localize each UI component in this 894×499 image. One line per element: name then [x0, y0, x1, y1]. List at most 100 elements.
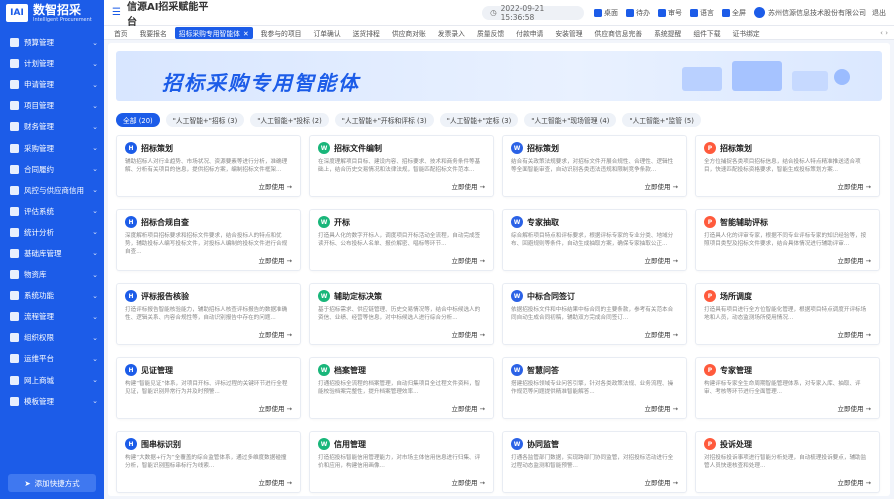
use-now-link[interactable]: 立即使用 →	[258, 255, 292, 265]
tab-item[interactable]: 证书绑定	[729, 27, 764, 39]
header-action[interactable]: 待办	[626, 8, 650, 18]
agent-card[interactable]: H 评标报告核验 打造评标报告智能核验能力，辅助招标人核查评标报告的数据准确性、…	[116, 283, 301, 345]
agent-card[interactable]: P 智能辅助评标 打造具人化的评审专家，根据不同专业评标专家的知识经验等，按照项…	[695, 209, 880, 271]
tab-item[interactable]: 付款申请	[512, 27, 547, 39]
budget-icon	[10, 38, 19, 48]
add-shortcut-button[interactable]: ➤ 添加快捷方式	[8, 474, 96, 492]
sidebar-item[interactable]: 物资库 ⌄	[0, 264, 104, 285]
use-now-link[interactable]: 立即使用 →	[837, 477, 871, 487]
use-now-link[interactable]: 立即使用 →	[451, 403, 485, 413]
sidebar-item-label: 项目管理	[24, 101, 54, 111]
use-now-link[interactable]: 立即使用 →	[644, 477, 678, 487]
filter-chip[interactable]: "人工智能+"招标 (3)	[165, 113, 245, 127]
tab-item[interactable]: 发票录入	[434, 27, 469, 39]
agent-card[interactable]: W 招标策划 结合有关政策法规要求，对招标文件开展合规性、合理性、逻辑性等全面智…	[502, 135, 687, 197]
agent-card[interactable]: W 智慧问答 搭建招投标领域专业问答引擎，针对各类政策法规、业务流程、操作规范等…	[502, 357, 687, 419]
agent-card[interactable]: P 招标策划 全方位捕捉各类项目招标信息，结合投标人特点精准推送适合项目，快速匹…	[695, 135, 880, 197]
tab-item[interactable]: 供应商信息完善	[591, 27, 647, 39]
use-now-link[interactable]: 立即使用 →	[258, 477, 292, 487]
sidebar-item[interactable]: 统计分析 ⌄	[0, 222, 104, 243]
tab-item[interactable]: 首页	[110, 27, 132, 39]
sidebar-item[interactable]: 合同履约 ⌄	[0, 159, 104, 180]
use-now-link[interactable]: 立即使用 →	[644, 255, 678, 265]
tab-scroll-controls[interactable]: ‹ ›	[880, 29, 888, 37]
use-now-link[interactable]: 立即使用 →	[837, 181, 871, 191]
agent-card[interactable]: P 投诉处理 对招投标投诉事项进行智能分析处理，自动梳理投诉要点，辅助监管人员快…	[695, 431, 880, 493]
header-action[interactable]: 审号	[658, 8, 682, 18]
agent-card[interactable]: H 招标合规自查 深度解析项目招标要求和招标文件要求，结合投标人的特点和优势，辅…	[116, 209, 301, 271]
use-now-link[interactable]: 立即使用 →	[258, 181, 292, 191]
sidebar-item[interactable]: 计划管理 ⌄	[0, 53, 104, 74]
tab-item[interactable]: 安装管理	[551, 27, 586, 39]
filter-chip[interactable]: "人工智能+"现场管理 (4)	[524, 113, 617, 127]
use-now-link[interactable]: 立即使用 →	[837, 403, 871, 413]
tab-item[interactable]: 供应商对账	[388, 27, 430, 39]
use-now-link[interactable]: 立即使用 →	[644, 403, 678, 413]
agent-card[interactable]: W 招标文件编制 在深度理解项目目标、建设内容、招标要求、技术和商务条件等基础上…	[309, 135, 494, 197]
sidebar-item[interactable]: 网上商城 ⌄	[0, 370, 104, 391]
tab-item[interactable]: 送货排程	[349, 27, 384, 39]
tab-item[interactable]: 质量反馈	[473, 27, 508, 39]
use-now-link[interactable]: 立即使用 →	[258, 403, 292, 413]
use-now-link[interactable]: 立即使用 →	[644, 181, 678, 191]
agent-card[interactable]: W 协同监管 打通各监管部门数据，实现跨部门协同监管，对招投标活动进行全过程动态…	[502, 431, 687, 493]
use-now-link[interactable]: 立即使用 →	[644, 329, 678, 339]
agent-card[interactable]: H 见证管理 构建“智能见证”体系，对项目开标、评标过程的关键环节进行全程见证，…	[116, 357, 301, 419]
use-now-link[interactable]: 立即使用 →	[837, 329, 871, 339]
tab-item[interactable]: 组件下载	[689, 27, 724, 39]
use-now-link[interactable]: 立即使用 →	[451, 255, 485, 265]
sidebar-item[interactable]: 模板管理 ⌄	[0, 391, 104, 412]
agent-title: 招标策划	[720, 143, 752, 153]
agent-card[interactable]: P 场所调度 打造具有项目进行全方位智能化管理，根据项目特点调度开评标场地和人员…	[695, 283, 880, 345]
use-now-link[interactable]: 立即使用 →	[451, 477, 485, 487]
sidebar-item[interactable]: 财务管理 ⌄	[0, 116, 104, 137]
sidebar-item[interactable]: 申请管理 ⌄	[0, 74, 104, 95]
header-action-icon	[594, 8, 602, 17]
agent-card[interactable]: W 档案管理 打通招投标全流程的档案管理，自动归集项目全过程文件资料，智能校验档…	[309, 357, 494, 419]
agent-card[interactable]: W 开标 打造具人化的数字开标人，调度项目开标活动全流程，自动完成签读开标、公布…	[309, 209, 494, 271]
agent-card[interactable]: W 辅助定标决策 基于招标需求、供应链管理、历史交易情况等，结合中标候选人的资信…	[309, 283, 494, 345]
sidebar-item[interactable]: 运维平台 ⌄	[0, 348, 104, 369]
menu-toggle-icon[interactable]: ☰	[112, 7, 121, 18]
sidebar-item[interactable]: 预算管理 ⌄	[0, 32, 104, 53]
agent-card[interactable]: W 专家抽取 综合解析项目特点和评标要求，根据评标专家的专业分类、地域分布、回避…	[502, 209, 687, 271]
agent-card[interactable]: W 信用管理 打造招投标智能信用管理能力，对市场主体信用信息进行归集、评价和应用…	[309, 431, 494, 493]
agent-card[interactable]: H 招标策划 辅助招标人对行业趋势、市场状况、资源要素等进行分析，准确理解、分析…	[116, 135, 301, 197]
sidebar-item[interactable]: 风控与供应商信用 ⌄	[0, 180, 104, 201]
tab-item[interactable]: 系统提醒	[650, 27, 685, 39]
chevron-down-icon: ⌄	[92, 397, 98, 406]
sidebar-item[interactable]: 项目管理 ⌄	[0, 95, 104, 116]
sidebar-item[interactable]: 流程管理 ⌄	[0, 306, 104, 327]
use-now-link[interactable]: 立即使用 →	[451, 329, 485, 339]
filter-chip[interactable]: "人工智能+"监管 (5)	[622, 113, 701, 127]
agent-card[interactable]: W 中标合同签订 依据招投标文件和中标结果中标合同的主要条款，参考有关范本合同自…	[502, 283, 687, 345]
filter-chip[interactable]: "人工智能+"定标 (3)	[439, 113, 519, 127]
header-action[interactable]: 语言	[690, 8, 714, 18]
logo[interactable]: IAI 数智招采 Intelligent Procurement	[0, 0, 104, 26]
use-now-link[interactable]: 立即使用 →	[837, 255, 871, 265]
sidebar-item[interactable]: 组织权限 ⌄	[0, 327, 104, 348]
tab-item[interactable]: 我参与的项目	[257, 27, 306, 39]
tab-item[interactable]: 招标采购专用智能体 ✕	[174, 26, 253, 39]
chevron-down-icon: ⌄	[92, 270, 98, 279]
use-now-link[interactable]: 立即使用 →	[258, 329, 292, 339]
header-action[interactable]: 桌面	[594, 8, 618, 18]
close-icon[interactable]: ✕	[243, 30, 249, 38]
sidebar-item[interactable]: 基础库管理 ⌄	[0, 243, 104, 264]
sidebar-item[interactable]: 评估系统 ⌄	[0, 201, 104, 222]
tab-item[interactable]: 订单确认	[309, 27, 344, 39]
agent-card[interactable]: P 专家管理 构建评标专家全生命周期智能管理体系，对专家入库、抽取、评审、考核等…	[695, 357, 880, 419]
evaluate-icon	[10, 206, 19, 216]
sidebar-item[interactable]: 系统功能 ⌄	[0, 285, 104, 306]
filter-chip[interactable]: 全部 (20)	[116, 113, 160, 127]
company-info[interactable]: 苏州信源信息技术股份有限公司	[754, 7, 866, 18]
header-action[interactable]: 全屏	[722, 8, 746, 18]
logout-button[interactable]: 退出	[872, 8, 886, 18]
agent-card[interactable]: H 围串标识别 构建“大数据+行为”全覆盖的综合监管体系，通过多维度数据碰撞分析…	[116, 431, 301, 493]
use-now-link[interactable]: 立即使用 →	[451, 181, 485, 191]
filter-chip[interactable]: "人工智能+"开标和评标 (3)	[334, 113, 434, 127]
sidebar-item[interactable]: 采购管理 ⌄	[0, 137, 104, 158]
category-filters: 全部 (20) "人工智能+"招标 (3) "人工智能+"投标 (2) "人工智能+"…	[116, 113, 701, 127]
tab-item[interactable]: 我要报名	[136, 27, 171, 39]
filter-chip[interactable]: "人工智能+"投标 (2)	[250, 113, 329, 127]
